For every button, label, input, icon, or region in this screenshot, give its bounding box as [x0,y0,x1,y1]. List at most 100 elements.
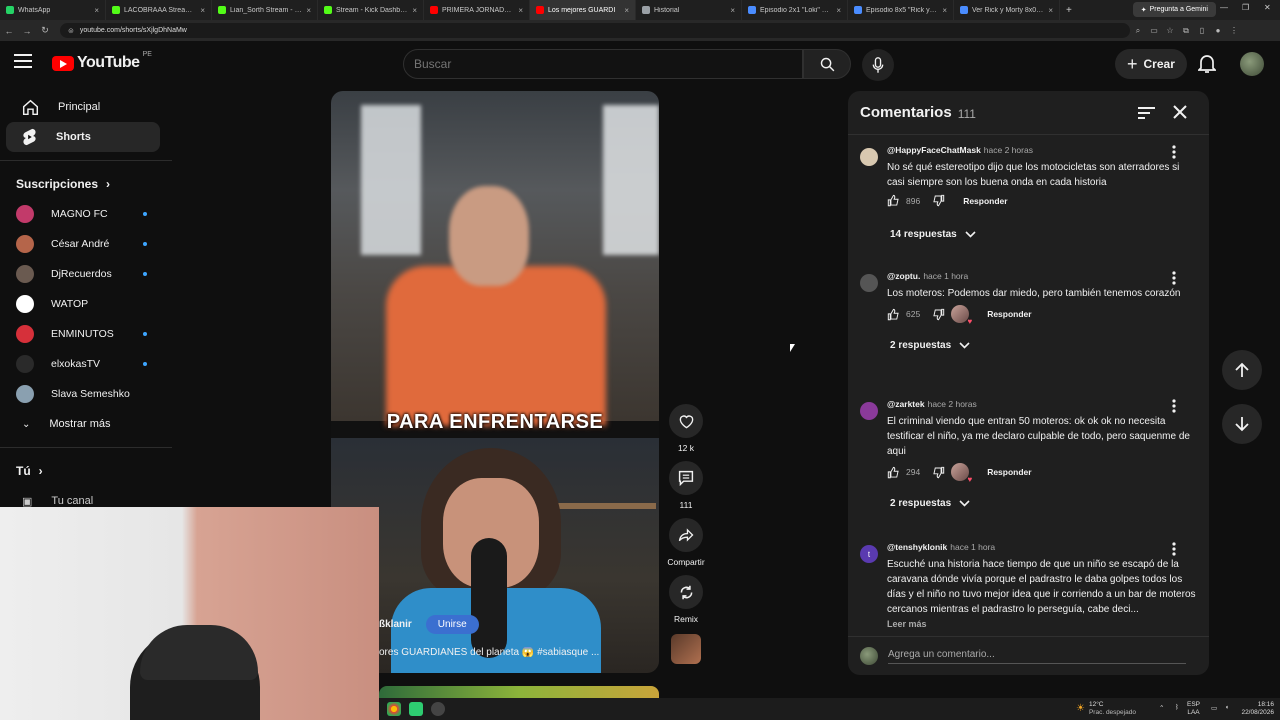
bluetooth-icon[interactable]: ᛒ [1175,704,1179,711]
sort-icon[interactable] [1138,106,1155,120]
app-taskbar-icon[interactable] [409,702,423,716]
commenter-avatar[interactable] [860,274,878,292]
notifications-bell-icon[interactable] [1198,54,1216,74]
reply-button[interactable]: Responder [987,467,1031,477]
browser-tab[interactable]: Historial × [636,0,742,20]
browser-tab[interactable]: WhatsApp × [0,0,106,20]
next-short-preview[interactable] [379,686,659,698]
more-options-icon[interactable] [1172,271,1176,285]
show-more-button[interactable]: ⌄ Mostrar más [6,409,160,439]
account-avatar[interactable] [1240,52,1264,76]
more-options-icon[interactable] [1172,145,1176,159]
search-button[interactable] [803,49,851,79]
thumbs-up-icon[interactable] [887,194,900,207]
url-field[interactable]: ⊜ youtube.com/shorts/sXjlgDhNaMw [60,23,1130,38]
subscription-item[interactable]: DjRecuerdos [0,259,172,289]
previous-short-button[interactable] [1222,350,1262,390]
network-icon[interactable]: ▭ [1211,704,1217,712]
thumbs-up-icon[interactable] [887,308,900,321]
video-title[interactable]: ores GUARDIANES del planeta 😱 #sabiasque… [379,647,659,658]
commenter-avatar[interactable] [860,402,878,420]
browser-tab[interactable]: Ver Rick y Morty 8x05 Onl × [954,0,1060,20]
browser-tab[interactable]: Los mejores GUARDI × [530,0,636,20]
subscription-item[interactable]: Slava Semeshko [0,379,172,409]
bookmark-icon[interactable]: ☆ [1162,26,1178,35]
sound-thumbnail[interactable] [671,634,701,664]
cast-icon[interactable]: ▭ [1146,26,1162,35]
commenter-avatar[interactable] [860,148,878,166]
youtube-logo[interactable]: YouTube PE [52,51,152,72]
next-short-button[interactable] [1222,404,1262,444]
new-tab-button[interactable]: + [1060,5,1078,16]
tab-close-icon[interactable]: × [200,6,205,15]
browser-tab[interactable]: PRIMERA JORNADA D × [424,0,530,20]
site-info-icon[interactable]: ⊜ [68,27,74,35]
back-icon[interactable]: ← [0,26,18,36]
tab-close-icon[interactable]: × [1048,6,1053,15]
add-comment-input[interactable]: Agrega un comentario... [888,649,1186,664]
comment-author[interactable]: @zarktek hace 2 horas [887,399,977,409]
browser-menu-icon[interactable]: ⋮ [1226,26,1242,35]
more-options-icon[interactable] [1172,399,1176,413]
weather-widget[interactable]: ☀ 12°C Prac. despejado [1076,701,1136,717]
subscription-item[interactable]: WATOP [0,289,172,319]
comment-author[interactable]: @HappyFaceChatMask hace 2 horas [887,145,1033,155]
extensions-icon[interactable]: ⧉ [1178,26,1194,36]
hamburger-menu-icon[interactable] [14,54,32,68]
comments-button[interactable] [669,461,703,495]
subscription-item[interactable]: MAGNO FC [0,199,172,229]
chrome-taskbar-icon[interactable] [387,702,401,716]
commenter-avatar[interactable]: t [860,545,878,563]
tab-close-icon[interactable]: × [94,6,99,15]
tab-close-icon[interactable]: × [306,6,311,15]
subscription-item[interactable]: ENMINUTOS [0,319,172,349]
sidebar-item-principal[interactable]: Principal [6,92,160,122]
thumbs-up-icon[interactable] [887,466,900,479]
search-box[interactable] [403,49,803,79]
zoom-icon[interactable]: ⌕ [1130,26,1146,36]
like-button[interactable] [669,404,703,438]
voice-search-button[interactable] [862,49,894,81]
view-replies-button[interactable]: 14 respuestas [890,229,976,240]
reload-icon[interactable]: ↻ [36,25,54,36]
remix-button[interactable] [669,575,703,609]
search-input[interactable] [414,57,802,71]
you-header[interactable]: Tú › [0,456,172,486]
share-button[interactable] [669,518,703,552]
tray-chevron-icon[interactable]: ⌃ [1159,704,1164,712]
thumbs-down-icon[interactable] [932,466,945,479]
profile-icon[interactable]: ● [1210,26,1226,35]
read-more-link[interactable]: Leer más [887,619,927,629]
volume-icon[interactable]: ◖ [1225,704,1229,711]
tab-close-icon[interactable]: × [942,6,947,15]
comment-author[interactable]: @tenshyklonik hace 1 hora [887,542,995,552]
thumbs-down-icon[interactable] [932,194,945,207]
browser-tab[interactable]: Episodio 2x1 "Loki" Online× [742,0,848,20]
maximize-icon[interactable]: ❐ [1242,3,1249,12]
close-icon[interactable] [1173,105,1187,119]
create-button[interactable]: + Crear [1115,49,1187,79]
minimize-icon[interactable]: — [1220,3,1228,12]
view-replies-button[interactable]: 2 respuestas [890,498,970,509]
subscription-item[interactable]: elxokasTV [0,349,172,379]
channel-name[interactable]: ßklanir [379,619,412,630]
add-comment-row[interactable]: Agrega un comentario... [848,636,1209,675]
language-indicator[interactable]: ESP LAA [1187,701,1200,717]
view-replies-button[interactable]: 2 respuestas [890,340,970,351]
gemini-button[interactable]: ✦ Pregunta a Gemini [1132,2,1216,17]
tab-close-icon[interactable]: × [624,6,629,15]
thumbs-down-icon[interactable] [932,308,945,321]
sidepanel-icon[interactable]: ▯ [1194,26,1210,35]
forward-icon[interactable]: → [18,26,36,36]
tab-close-icon[interactable]: × [518,6,523,15]
reply-button[interactable]: Responder [963,196,1007,206]
join-button[interactable]: Unirse [425,615,479,634]
comment-author[interactable]: @zoptu. hace 1 hora [887,271,968,281]
tab-close-icon[interactable]: × [412,6,417,15]
subscription-item[interactable]: César André [0,229,172,259]
system-clock[interactable]: 18:16 22/08/2026 [1241,701,1274,717]
browser-tab[interactable]: LACOBRAAA Stream - Wat × [106,0,212,20]
sidebar-item-shorts[interactable]: Shorts [6,122,160,152]
reply-button[interactable]: Responder [987,309,1031,319]
obs-taskbar-icon[interactable] [431,702,445,716]
